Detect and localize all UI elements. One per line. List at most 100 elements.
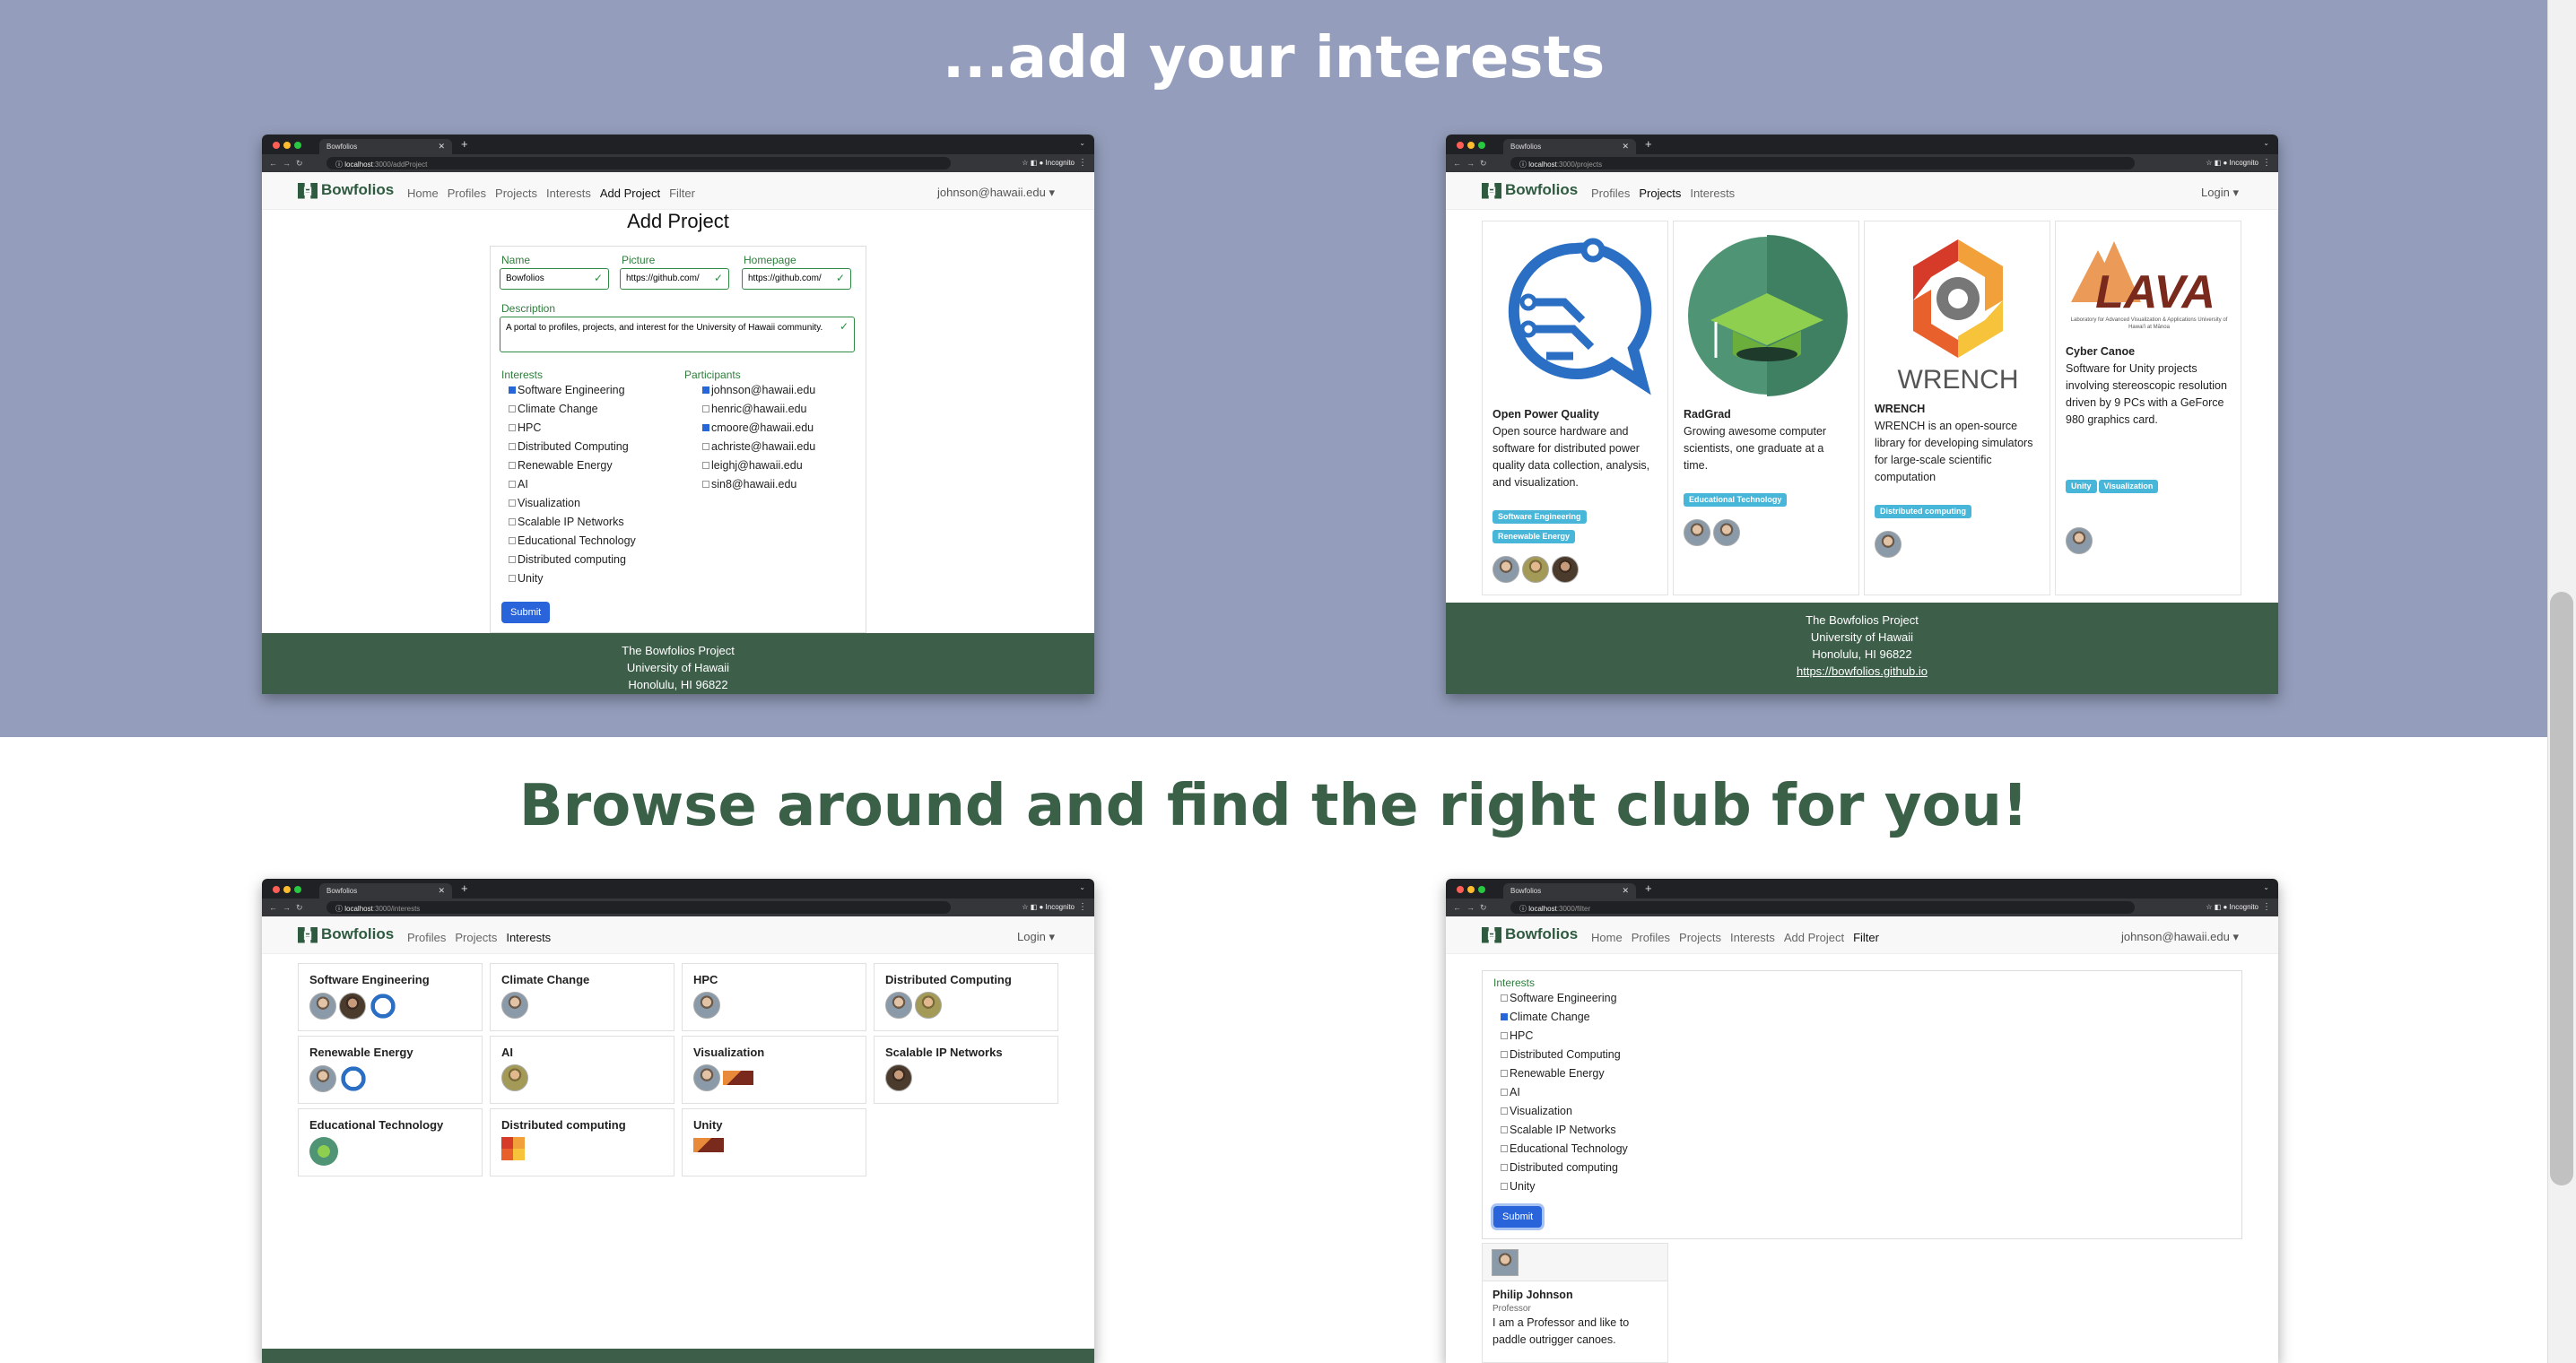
address-bar: ⓘ localhost:3000/projects <box>1510 157 2135 169</box>
login-menu: Login ▾ <box>2201 186 2239 199</box>
avatar <box>309 1065 336 1092</box>
avatar <box>1875 531 1902 558</box>
interest-card-title: Distributed computing <box>501 1118 626 1132</box>
lava-logo-subtitle: Laboratory for Advanced Visualization & … <box>2070 317 2228 330</box>
scrollbar-thumb[interactable] <box>2550 592 2573 1185</box>
checklist-label: Distributed Computing <box>518 440 629 453</box>
new-tab-icon: + <box>461 137 468 151</box>
checklist-label: Software Engineering <box>518 384 625 396</box>
picture-label: Picture <box>622 254 656 266</box>
checklist-item: Scalable IP Networks <box>509 513 688 532</box>
checkbox-icon <box>509 518 516 525</box>
minimize-window-icon <box>1467 886 1475 893</box>
maximize-window-icon <box>294 142 301 149</box>
checklist-label: AI <box>1510 1086 1520 1098</box>
maximize-window-icon <box>1478 886 1485 893</box>
landing-page: ...add your interests Browse around and … <box>0 0 2576 1363</box>
checklist-item: leighj@hawaii.edu <box>702 456 864 475</box>
screenshot-projects: Bowfolios ✕ + ⌄ ←→↻ ⓘ localhost:3000/proj… <box>1446 135 2278 694</box>
lava-logo-icon <box>693 1137 724 1152</box>
maximize-window-icon <box>1478 142 1485 149</box>
checklist-item: Distributed computing <box>509 551 688 569</box>
user-menu: johnson@hawaii.edu ▾ <box>936 186 1055 199</box>
checklist-label: henric@hawaii.edu <box>711 403 807 415</box>
nav-projects: Projects <box>1679 931 1722 944</box>
browser-tabbar: Bowfolios ✕ + ⌄ <box>1446 135 2278 154</box>
checklist-label: Unity <box>518 572 544 585</box>
checklist-item: Unity <box>509 569 688 588</box>
browser-tabbar: Bowfolios ✕ + ⌄ <box>262 879 1094 899</box>
checkbox-icon <box>509 575 516 582</box>
new-tab-icon: + <box>1645 137 1652 151</box>
lava-logo-icon <box>723 1071 753 1085</box>
checklist-item: Renewable Energy <box>1501 1064 1698 1083</box>
checklist-item: HPC <box>509 419 688 438</box>
checklist-label: Visualization <box>518 497 580 509</box>
checklist-item: Distributed Computing <box>509 438 688 456</box>
wrench-logo: WRENCH <box>1898 239 2019 395</box>
maximize-window-icon <box>294 886 301 893</box>
avatar <box>309 993 336 1020</box>
checklist-item: sin8@hawaii.edu <box>702 475 864 494</box>
checkbox-icon <box>1501 1183 1508 1190</box>
checklist-item: Climate Change <box>509 400 688 419</box>
checklist-item: Software Engineering <box>509 381 688 400</box>
checklist-item: cmoore@hawaii.edu <box>702 419 864 438</box>
radgrad-logo <box>1688 235 1848 396</box>
checklist-item: Renewable Energy <box>509 456 688 475</box>
browser-tab: Bowfolios ✕ <box>1503 139 1636 154</box>
wrench-logo-text: WRENCH <box>1898 365 2019 395</box>
incognito-indicator: ☆ ◧ ● Incognito <box>2206 903 2258 911</box>
card-title: Cyber Canoe <box>2066 345 2136 358</box>
checklist-label: Climate Change <box>518 403 598 415</box>
interest-card: Renewable Energy <box>298 1036 483 1104</box>
profile-card: Philip Johnson Professor I am a Professo… <box>1482 1243 1668 1363</box>
checklist-label: Distributed computing <box>1510 1161 1618 1174</box>
address-bar: ⓘ localhost:3000/interests <box>326 901 951 914</box>
bowfolios-logo: H Bowfolios <box>298 925 394 943</box>
avatar <box>693 992 720 1019</box>
kebab-menu-icon: ⋮ <box>1078 158 1087 168</box>
footer-line: Honolulu, HI 96822 <box>1812 647 1912 661</box>
incognito-indicator: ☆ ◧ ● Incognito <box>1022 903 1075 911</box>
footer-line: Honolulu, HI 96822 <box>628 678 728 691</box>
checklist-label: Unity <box>1510 1180 1536 1193</box>
description-field: A portal to profiles, projects, and inte… <box>500 317 855 352</box>
section-heading-browse: Browse around and find the right club fo… <box>518 773 2029 839</box>
project-card-open-power-quality: Open Power Quality Open source hardware … <box>1482 221 1668 595</box>
avatar <box>885 992 912 1019</box>
project-card-cyber-canoe: LAVA Laboratory for Advanced Visualizati… <box>2055 221 2241 595</box>
checklist-item: Distributed computing <box>1501 1159 1698 1177</box>
nav-profiles: Profiles <box>1631 931 1671 944</box>
footer-line: The Bowfolios Project <box>1806 613 1919 627</box>
tab-close-icon: ✕ <box>1622 142 1629 151</box>
avatar <box>1493 556 1519 583</box>
app-navbar: H Bowfolios Profiles Projects Interests Log… <box>262 916 1094 954</box>
participants-checklist: johnson@hawaii.edu henric@hawaii.edu cmoor… <box>702 381 864 494</box>
checkbox-icon <box>1501 1089 1508 1096</box>
browser-urlbar: ←→↻ ⓘ localhost:3000/projects ☆ ◧ ● Inco… <box>1446 154 2278 172</box>
checklist-label: Renewable Energy <box>518 459 613 472</box>
checkbox-icon <box>1501 1051 1508 1058</box>
tab-close-icon: ✕ <box>438 886 445 895</box>
browser-urlbar: ←→↻ ⓘ localhost:3000/filter ☆ ◧ ● Incogn… <box>1446 899 2278 916</box>
participants-label: Participants <box>684 369 741 381</box>
checkbox-icon <box>509 499 516 507</box>
avatar <box>339 993 366 1020</box>
browser-tab: Bowfolios ✕ <box>1503 883 1636 899</box>
screenshot-filter: Bowfolios ✕ + ⌄ ←→↻ ⓘ localhost:3000/filt… <box>1446 879 2278 1363</box>
footer-line: The Bowfolios Project <box>622 644 735 657</box>
minimize-window-icon <box>283 886 291 893</box>
checkbox-icon <box>702 443 709 450</box>
kebab-menu-icon: ⋮ <box>2262 902 2271 912</box>
profile-bio: I am a Professor and like to paddle outr… <box>1493 1316 1630 1346</box>
footer-line: University of Hawaii <box>626 661 730 674</box>
interests-label: Interests <box>501 369 544 381</box>
interest-card-title: Software Engineering <box>309 973 430 986</box>
checklist-item: achriste@hawaii.edu <box>702 438 864 456</box>
checkbox-icon <box>1501 1145 1508 1152</box>
tag-badge: Visualization <box>2098 480 2159 493</box>
tag-badge: Distributed computing <box>1875 505 1971 518</box>
app-footer: The Bowfolios Project University of Hawa… <box>262 633 1094 694</box>
new-tab-icon: + <box>461 881 468 895</box>
